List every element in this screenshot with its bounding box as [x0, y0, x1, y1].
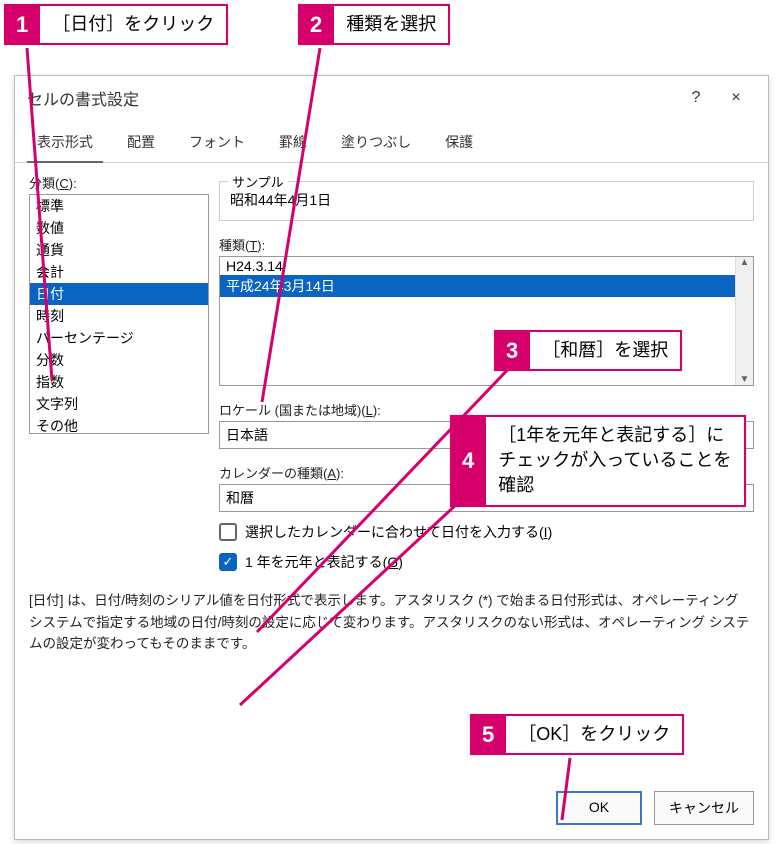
category-item-accounting[interactable]: 会計: [30, 261, 208, 283]
checkbox-gannen[interactable]: ✓: [219, 553, 237, 571]
dialog-footer: OK キャンセル: [15, 781, 768, 839]
category-item-currency[interactable]: 通貨: [30, 239, 208, 261]
category-item-number[interactable]: 数値: [30, 217, 208, 239]
sample-label: サンプル: [228, 172, 288, 191]
sample-group: サンプル 昭和44年4月1日: [219, 181, 754, 221]
category-item-special[interactable]: その他: [30, 415, 208, 434]
callout-5-number: 5: [470, 714, 506, 755]
callout-5: 5 ［OK］をクリック: [470, 714, 684, 755]
category-item-time[interactable]: 時刻: [30, 305, 208, 327]
callout-1: 1 ［日付］をクリック: [4, 4, 228, 45]
type-scrollbar[interactable]: ▲ ▼: [735, 257, 753, 385]
tab-font[interactable]: フォント: [179, 124, 255, 162]
category-label: 分類(C):: [29, 173, 209, 192]
category-item-date[interactable]: 日付: [30, 283, 208, 305]
callout-3-label: ［和暦］を選択: [530, 330, 682, 371]
callout-1-label: ［日付］をクリック: [40, 4, 228, 45]
tab-protection[interactable]: 保護: [435, 124, 483, 162]
checkbox-gannen-label: 1 年を元年と表記する(G): [245, 552, 403, 572]
category-item-percentage[interactable]: パーセンテージ: [30, 327, 208, 349]
callout-5-label: ［OK］をクリック: [506, 714, 684, 755]
category-item-fraction[interactable]: 分数: [30, 349, 208, 371]
callout-4-label: ［1年を元年と表記する］にチェックが入っていることを確認: [486, 415, 746, 507]
category-listbox[interactable]: 標準 数値 通貨 会計 日付 時刻 パーセンテージ 分数 指数 文字列 その他 …: [29, 194, 209, 434]
callout-2-number: 2: [298, 4, 334, 45]
callout-2: 2 種類を選択: [298, 4, 450, 45]
category-item-text[interactable]: 文字列: [30, 393, 208, 415]
description-text: [日付] は、日付/時刻のシリアル値を日付形式で表示します。アスタリスク (*)…: [29, 590, 754, 655]
tab-fill[interactable]: 塗りつぶし: [331, 124, 421, 162]
titlebar: セルの書式設定 ? ×: [15, 76, 768, 120]
type-label: 種類(T):: [219, 235, 754, 254]
scroll-down-icon[interactable]: ▼: [740, 374, 750, 385]
cancel-button[interactable]: キャンセル: [654, 791, 754, 825]
dialog-title: セルの書式設定: [27, 86, 676, 110]
tab-border[interactable]: 罫線: [269, 124, 317, 162]
type-item-short[interactable]: H24.3.14: [220, 257, 753, 275]
checkbox-row-gannen[interactable]: ✓ 1 年を元年と表記する(G): [219, 552, 754, 572]
callout-3: 3 ［和暦］を選択: [494, 330, 682, 371]
tab-number-format[interactable]: 表示形式: [27, 124, 103, 162]
help-button[interactable]: ?: [676, 89, 716, 107]
callout-1-number: 1: [4, 4, 40, 45]
checkbox-input-by-calendar-label: 選択したカレンダーに合わせて日付を入力する(I): [245, 522, 552, 542]
close-button[interactable]: ×: [716, 89, 756, 107]
sample-value: 昭和44年4月1日: [230, 190, 743, 210]
type-item-long[interactable]: 平成24年3月14日: [220, 275, 753, 297]
callout-3-number: 3: [494, 330, 530, 371]
category-item-standard[interactable]: 標準: [30, 195, 208, 217]
checkbox-row-input-by-calendar[interactable]: 選択したカレンダーに合わせて日付を入力する(I): [219, 522, 754, 542]
ok-button[interactable]: OK: [556, 791, 642, 825]
tab-alignment[interactable]: 配置: [117, 124, 165, 162]
category-item-scientific[interactable]: 指数: [30, 371, 208, 393]
callout-4: 4 ［1年を元年と表記する］にチェックが入っていることを確認: [450, 415, 746, 507]
callout-4-number: 4: [450, 415, 486, 507]
checkbox-input-by-calendar[interactable]: [219, 523, 237, 541]
scroll-up-icon[interactable]: ▲: [740, 257, 750, 268]
tab-strip: 表示形式 配置 フォント 罫線 塗りつぶし 保護: [15, 120, 768, 163]
callout-2-label: 種類を選択: [334, 4, 450, 45]
